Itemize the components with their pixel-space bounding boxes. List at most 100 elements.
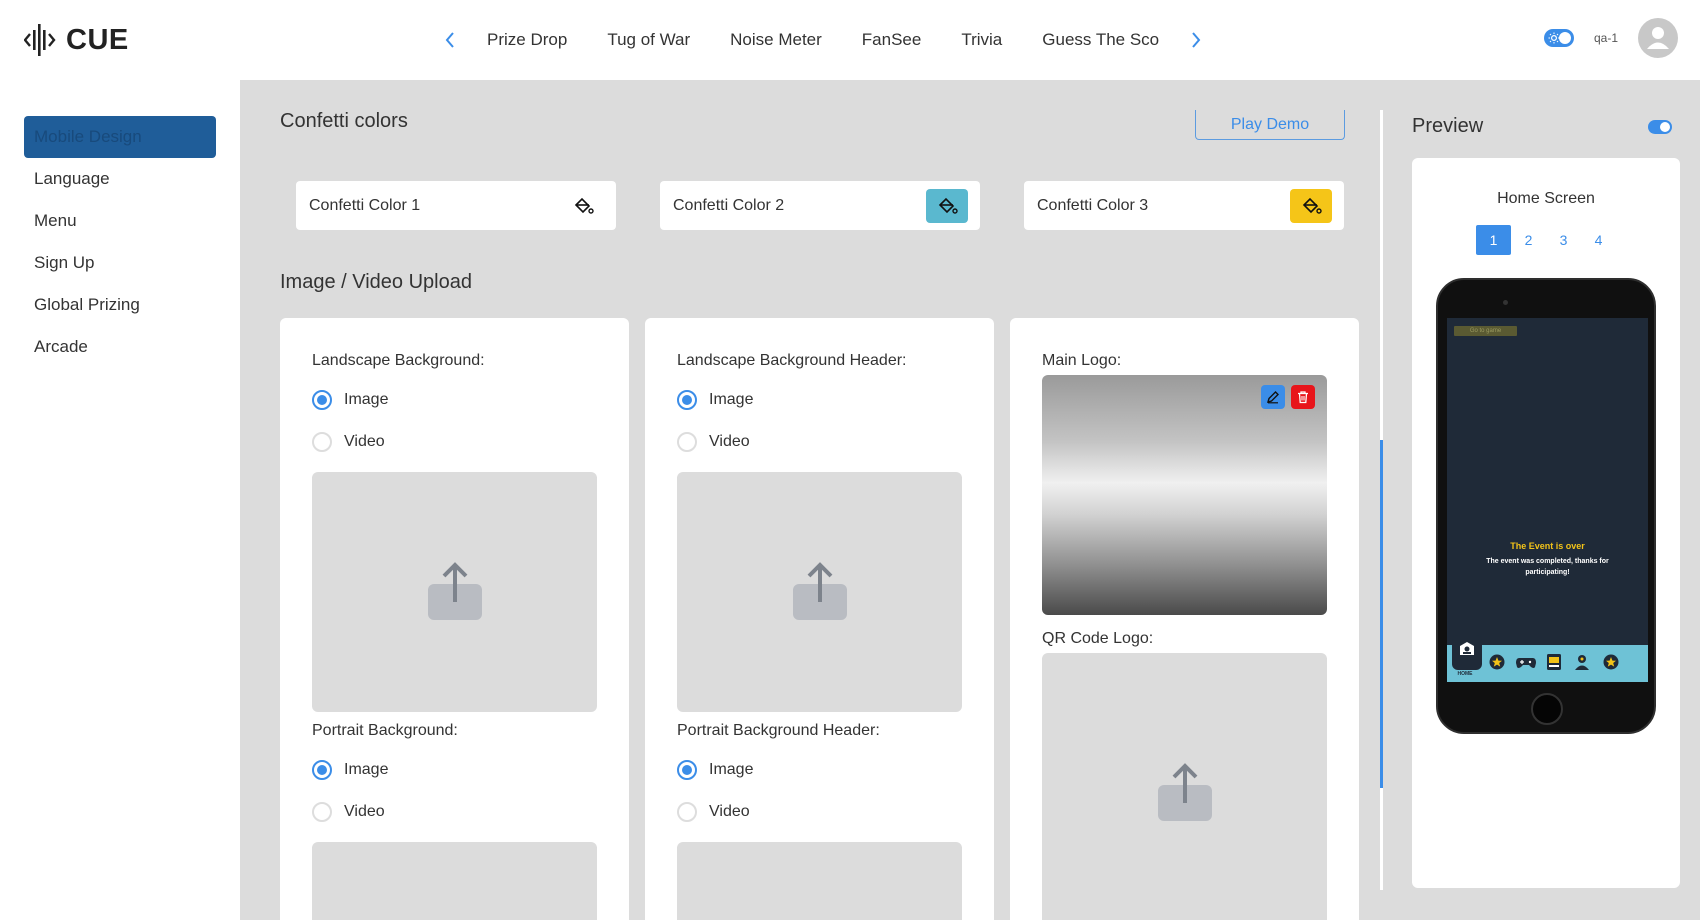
page-2[interactable]: 2 xyxy=(1511,225,1546,255)
upload-icon xyxy=(792,562,847,620)
sidebar-item-global-prizing[interactable]: Global Prizing xyxy=(24,284,216,326)
upload-card-header: Landscape Background Header: Image Video… xyxy=(645,318,994,920)
portrait-header-label: Portrait Background Header: xyxy=(677,722,880,739)
page-3[interactable]: 3 xyxy=(1546,225,1581,255)
phone-screen: Go to game The Event is over The event w… xyxy=(1447,318,1648,682)
landscape-background-upload[interactable] xyxy=(312,472,597,712)
theme-toggle[interactable] xyxy=(1543,29,1574,47)
event-over-title: The Event is over xyxy=(1510,541,1585,551)
play-demo-button[interactable]: Play Demo xyxy=(1195,110,1345,140)
radio-unchecked[interactable] xyxy=(312,432,332,452)
upload-icon xyxy=(1157,763,1212,821)
preview-screen-name: Home Screen xyxy=(1497,190,1595,207)
go-to-game-button: Go to game xyxy=(1454,326,1517,336)
home-tab xyxy=(1452,635,1482,670)
confetti-color-2-field[interactable]: Confetti Color 2 xyxy=(660,181,980,230)
sidebar-item-label: Mobile Design xyxy=(34,127,142,146)
sidebar-item-label: Sign Up xyxy=(34,253,95,272)
radio-checked[interactable] xyxy=(312,760,332,780)
tab-noise-meter[interactable]: Noise Meter xyxy=(730,30,822,50)
radio-unchecked[interactable] xyxy=(677,802,697,822)
user-icon xyxy=(1647,27,1669,49)
option-label: Video xyxy=(344,433,385,450)
tab-trivia[interactable]: Trivia xyxy=(961,30,1002,50)
confetti-color-3-field[interactable]: Confetti Color 3 xyxy=(1024,181,1344,230)
star-badge-icon xyxy=(1603,654,1619,670)
pencil-icon xyxy=(1266,391,1279,404)
paint-bucket-icon xyxy=(1302,197,1322,214)
radio-unchecked[interactable] xyxy=(677,432,697,452)
landscape-background-video-option[interactable]: Video xyxy=(312,432,385,452)
portrait-header-video-option[interactable]: Video xyxy=(677,802,750,822)
avatar[interactable] xyxy=(1638,18,1678,58)
confetti-section-title: Confetti colors xyxy=(280,110,408,132)
portrait-background-image-option[interactable]: Image xyxy=(312,760,388,780)
portrait-background-label: Portrait Background: xyxy=(312,722,458,739)
qr-code-logo-upload[interactable] xyxy=(1042,653,1327,920)
tab-tug-of-war[interactable]: Tug of War xyxy=(607,30,690,50)
tab-fansee[interactable]: FanSee xyxy=(862,30,922,50)
main-logo-label: Main Logo: xyxy=(1042,352,1122,369)
radio-checked[interactable] xyxy=(312,390,332,410)
confetti-color-1-field[interactable]: Confetti Color 1 xyxy=(296,181,616,230)
option-label: Image xyxy=(709,391,754,408)
option-label: Image xyxy=(709,761,754,778)
radio-checked[interactable] xyxy=(677,760,697,780)
brand-name: CUE xyxy=(66,23,129,56)
sidebar-item-label: Arcade xyxy=(34,337,88,356)
option-label: Video xyxy=(709,803,750,820)
tab-guess-the-score[interactable]: Guess The Sco xyxy=(1042,30,1159,50)
edit-button[interactable] xyxy=(1261,385,1285,409)
radio-unchecked[interactable] xyxy=(312,802,332,822)
chevron-left-icon[interactable] xyxy=(437,22,463,58)
home-tab-label: HOME xyxy=(1457,671,1473,677)
landscape-header-image-option[interactable]: Image xyxy=(677,390,753,410)
confetti-color-1-swatch[interactable] xyxy=(562,188,604,223)
upload-card-logos: Main Logo: QR Code Logo: xyxy=(1010,318,1359,920)
sidebar-item-arcade[interactable]: Arcade xyxy=(24,326,216,368)
option-label: Image xyxy=(344,761,389,778)
radio-checked[interactable] xyxy=(677,390,697,410)
user-name: qa-1 xyxy=(1593,31,1618,45)
phone-home-button xyxy=(1531,693,1563,725)
top-bar: CUE Prize Drop Tug of War Noise Meter Fa… xyxy=(0,0,1700,80)
paint-bucket-icon xyxy=(574,197,594,214)
landscape-header-video-option[interactable]: Video xyxy=(677,432,750,452)
portrait-header-upload[interactable] xyxy=(677,842,962,920)
landscape-background-image-option[interactable]: Image xyxy=(312,390,388,410)
preview-pager: 1 2 3 4 xyxy=(1476,225,1616,255)
portrait-background-video-option[interactable]: Video xyxy=(312,802,385,822)
app-logo[interactable]: CUE xyxy=(24,20,129,60)
portrait-header-image-option[interactable]: Image xyxy=(677,760,753,780)
event-over-subtitle: The event was completed, thanks for part… xyxy=(1486,558,1609,576)
confetti-color-2-swatch[interactable] xyxy=(926,188,968,223)
scrollbar-thumb[interactable] xyxy=(1380,440,1383,788)
preview-toggle[interactable] xyxy=(1648,120,1672,134)
sidebar-item-label: Language xyxy=(34,169,110,188)
main-logo-preview xyxy=(1042,375,1327,615)
preview-card: Home Screen 1 2 3 4 Go to game The Event… xyxy=(1412,158,1680,888)
portrait-background-upload[interactable] xyxy=(312,842,597,920)
option-label: Image xyxy=(344,391,389,408)
trash-icon xyxy=(1298,391,1308,404)
delete-button[interactable] xyxy=(1291,385,1315,409)
landscape-header-label: Landscape Background Header: xyxy=(677,352,907,369)
sidebar-item-label: Menu xyxy=(34,211,77,230)
confetti-color-3-swatch[interactable] xyxy=(1290,188,1332,223)
upload-card-background: Landscape Background: Image Video Portra… xyxy=(280,318,629,920)
landscape-header-upload[interactable] xyxy=(677,472,962,712)
page-4[interactable]: 4 xyxy=(1581,225,1616,255)
phone-mockup: Go to game The Event is over The event w… xyxy=(1436,278,1656,734)
upload-section-title: Image / Video Upload xyxy=(280,271,472,293)
sidebar-item-label: Global Prizing xyxy=(34,295,140,314)
sidebar-item-menu[interactable]: Menu xyxy=(24,200,216,242)
sidebar-item-mobile-design[interactable]: Mobile Design xyxy=(24,116,216,158)
page-1[interactable]: 1 xyxy=(1476,225,1511,255)
chevron-right-icon[interactable] xyxy=(1183,22,1209,58)
sidebar-item-language[interactable]: Language xyxy=(24,158,216,200)
profile-icon xyxy=(1575,655,1589,670)
tab-prize-drop[interactable]: Prize Drop xyxy=(487,30,567,50)
sidebar-item-sign-up[interactable]: Sign Up xyxy=(24,242,216,284)
trivia-card-icon xyxy=(1547,654,1561,670)
sidebar: Mobile Design Language Menu Sign Up Glob… xyxy=(0,80,240,920)
